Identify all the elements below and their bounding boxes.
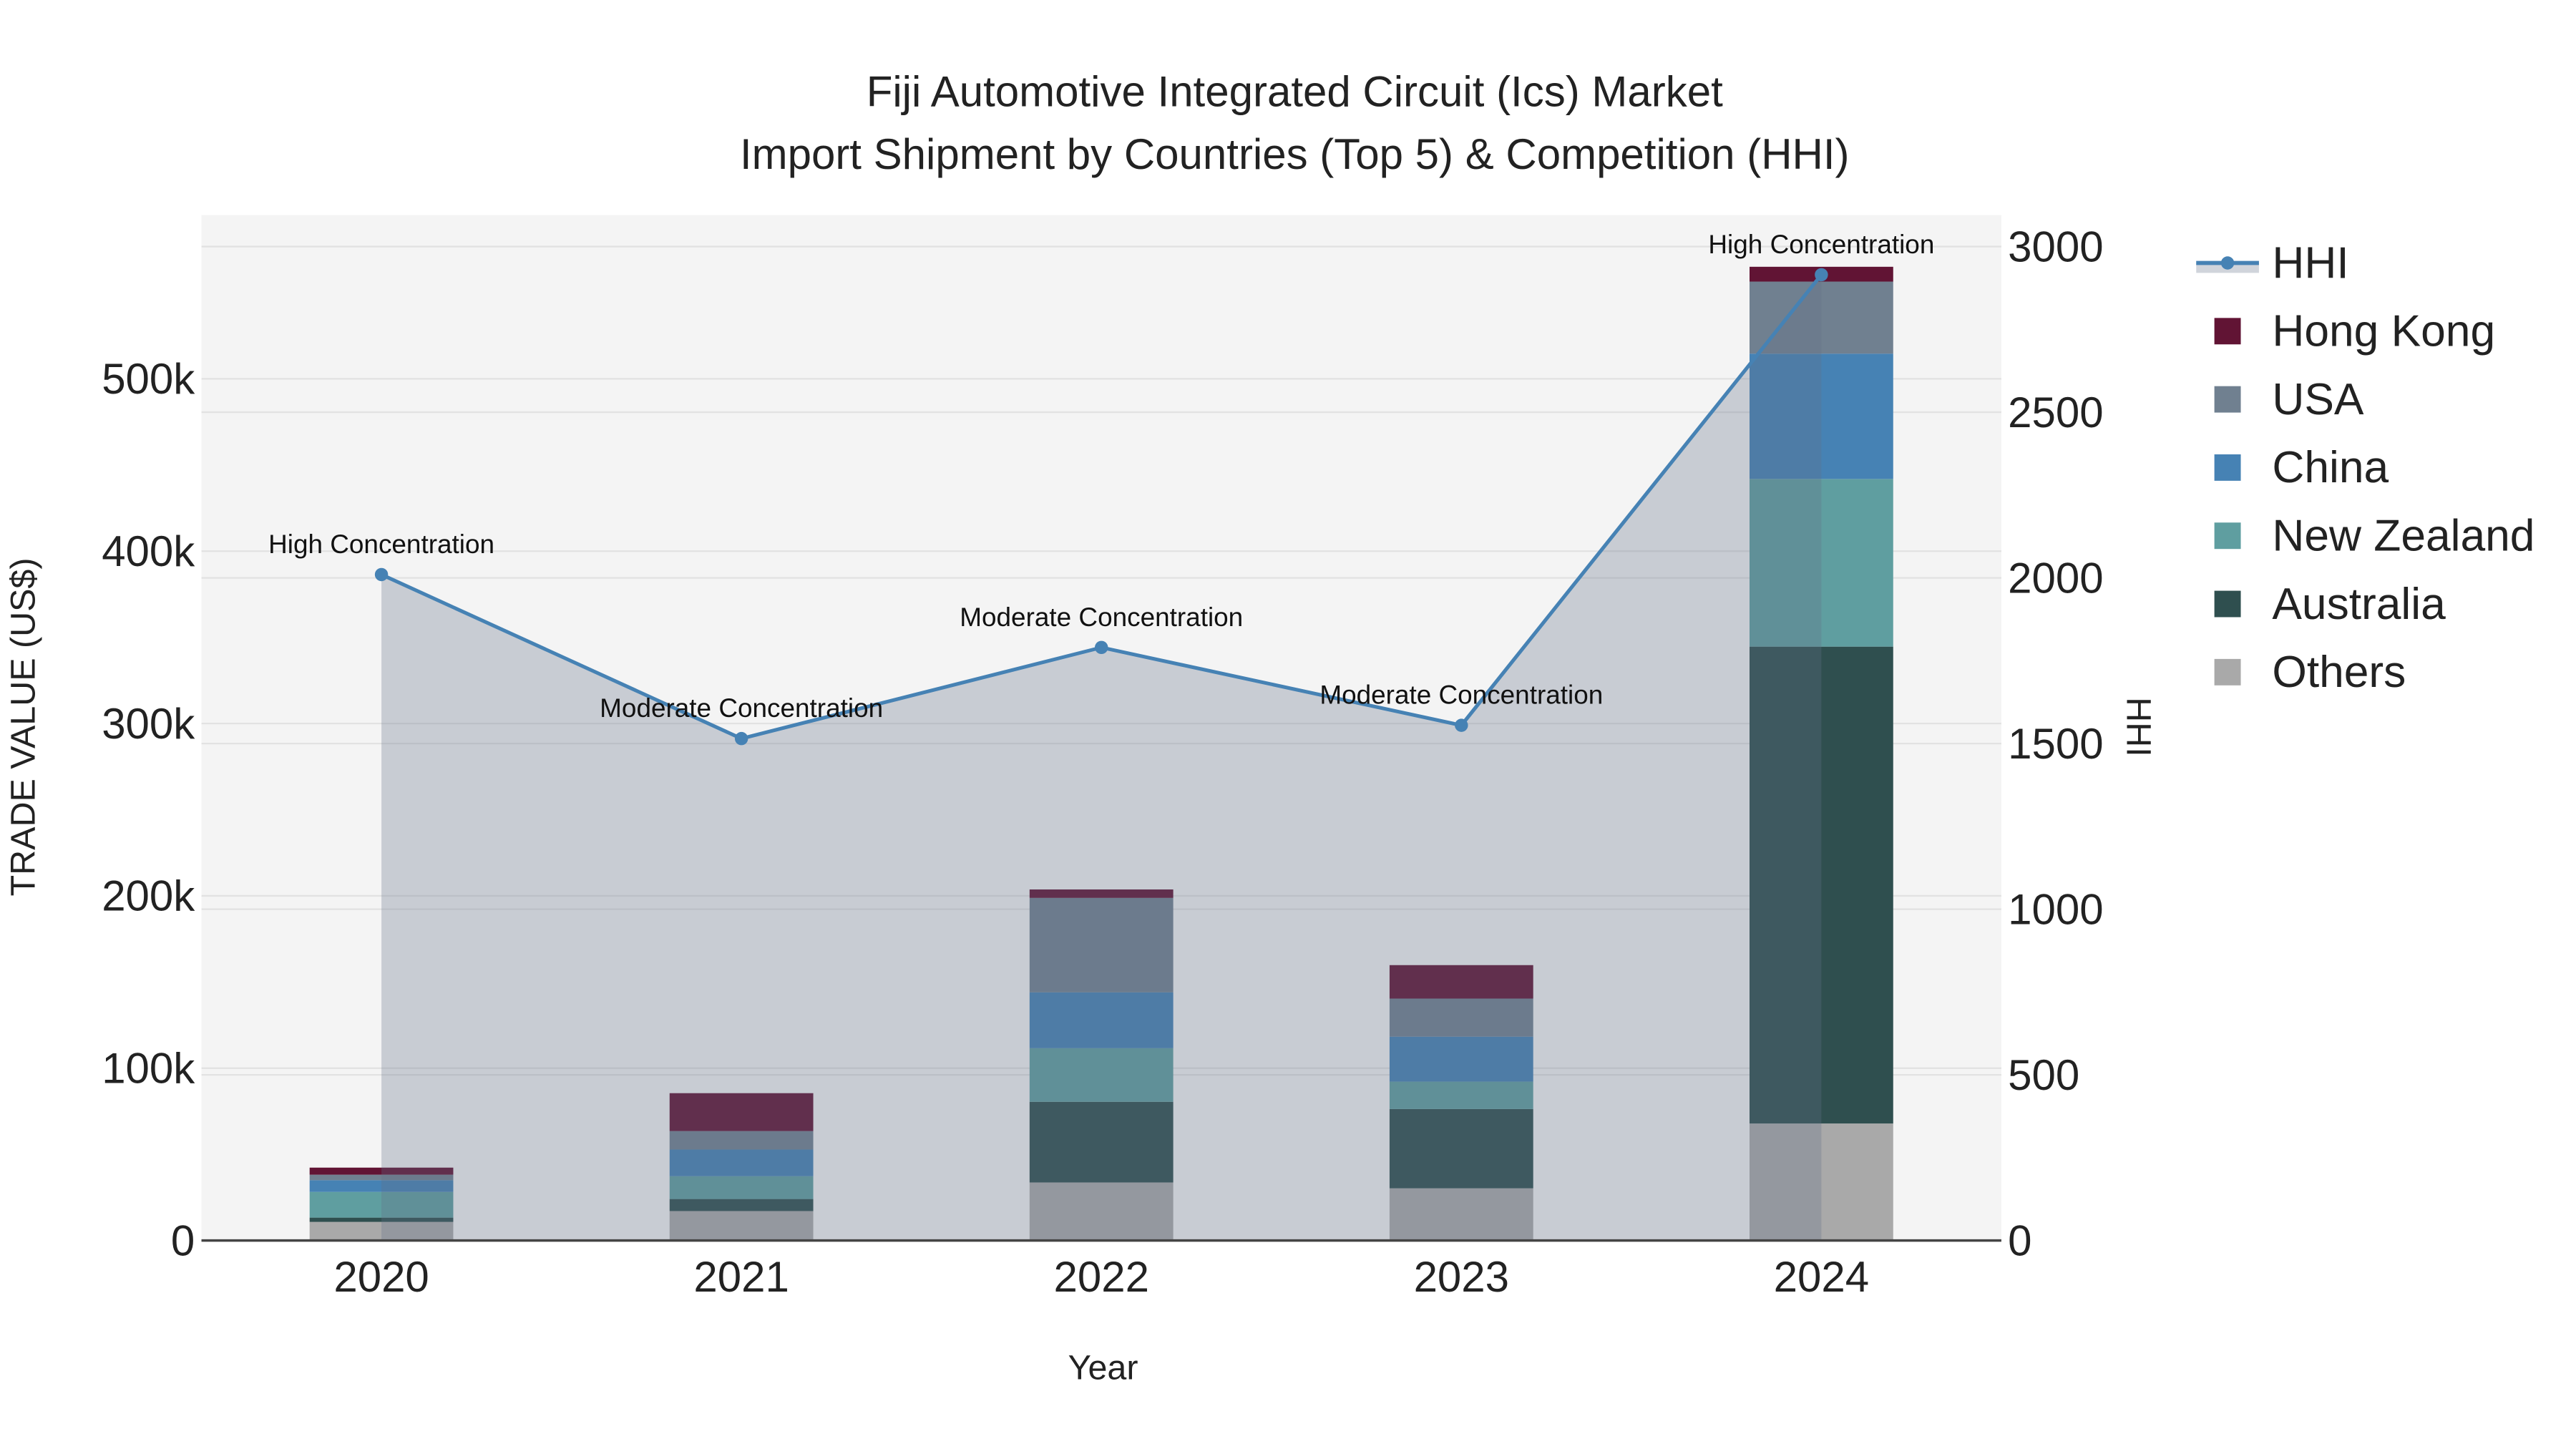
x-tick-label: 2022 xyxy=(1053,1253,1148,1301)
y2-tick-labels: 0 500 1000 1500 2000 2500 3000 xyxy=(2008,223,2103,1264)
y-tick-label: 100k xyxy=(102,1045,195,1093)
legend-swatch xyxy=(2214,454,2241,481)
hhi-point xyxy=(734,731,748,746)
legend-hhi-marker xyxy=(2220,256,2235,270)
y2-tick-label: 500 xyxy=(2008,1051,2079,1099)
legend-label: HHI xyxy=(2272,238,2348,288)
hhi-annotation: Moderate Concentration xyxy=(1319,680,1603,710)
y-tick-label: 0 xyxy=(171,1216,195,1264)
x-axis-title: Year xyxy=(1068,1349,1138,1387)
legend-item-hhi[interactable]: HHI xyxy=(2196,238,2349,288)
legend-label: Australia xyxy=(2272,580,2446,629)
y2-tick-label: 1000 xyxy=(2008,885,2103,933)
legend-item-usa[interactable]: USA xyxy=(2214,375,2364,424)
legend-item-new-zealand[interactable]: New Zealand xyxy=(2214,512,2535,561)
hhi-annotation: High Concentration xyxy=(268,530,494,559)
x-tick-label: 2023 xyxy=(1414,1253,1509,1301)
legend-swatch xyxy=(2214,590,2241,618)
legend-swatch xyxy=(2214,386,2241,413)
hhi-point xyxy=(1095,640,1108,655)
legend-label: New Zealand xyxy=(2272,512,2534,561)
legend-swatch xyxy=(2214,658,2241,686)
y2-tick-label: 2500 xyxy=(2008,389,2103,436)
hhi-annotation: Moderate Concentration xyxy=(960,602,1243,632)
y-tick-label: 200k xyxy=(102,872,195,920)
y2-tick-label: 0 xyxy=(2008,1216,2031,1264)
legend-label: China xyxy=(2272,443,2389,492)
y-tick-label: 300k xyxy=(102,700,195,748)
hhi-annotation: Moderate Concentration xyxy=(600,693,883,723)
legend-swatch xyxy=(2214,522,2241,550)
x-tick-label: 2020 xyxy=(333,1253,429,1301)
legend-label: Others xyxy=(2272,648,2406,697)
legend: HHI Hong Kong USA China New Zealand Australia… xyxy=(2196,238,2534,697)
chart-title: Fiji Automotive Integrated Circuit (Ics)… xyxy=(867,67,1723,115)
y-tick-labels: 0 100k 200k 300k 400k 500k xyxy=(102,355,195,1264)
legend-swatch xyxy=(2214,318,2241,345)
chart-subtitle: Import Shipment by Countries (Top 5) & C… xyxy=(740,130,1850,178)
legend-label: USA xyxy=(2272,375,2364,424)
legend-item-others[interactable]: Others xyxy=(2214,648,2406,697)
x-tick-label: 2021 xyxy=(693,1253,789,1301)
legend-label: Hong Kong xyxy=(2272,307,2495,356)
legend-item-hong-kong[interactable]: Hong Kong xyxy=(2214,307,2496,356)
y-tick-label: 500k xyxy=(102,355,195,403)
x-tick-label: 2024 xyxy=(1774,1253,1869,1301)
y2-tick-label: 3000 xyxy=(2008,223,2103,270)
legend-item-china[interactable]: China xyxy=(2214,443,2389,492)
y2-tick-label: 2000 xyxy=(2008,554,2103,602)
hhi-point xyxy=(374,567,389,582)
y-tick-label: 400k xyxy=(102,527,195,575)
y-axis-title: TRADE VALUE (US$) xyxy=(4,557,42,896)
chart: 2020 2021 2022 2023 2024 0 100k 200k 300k 400k 50… xyxy=(4,67,2534,1387)
hhi-annotation: High Concentration xyxy=(1708,230,1934,259)
hhi-point xyxy=(1455,718,1468,732)
hhi-point xyxy=(1815,268,1828,282)
y2-tick-label: 1500 xyxy=(2008,720,2103,768)
legend-item-australia[interactable]: Australia xyxy=(2214,580,2446,629)
y2-axis-title: HHI xyxy=(2119,697,2157,756)
x-tick-labels: 2020 2021 2022 2023 2024 xyxy=(333,1253,1869,1301)
